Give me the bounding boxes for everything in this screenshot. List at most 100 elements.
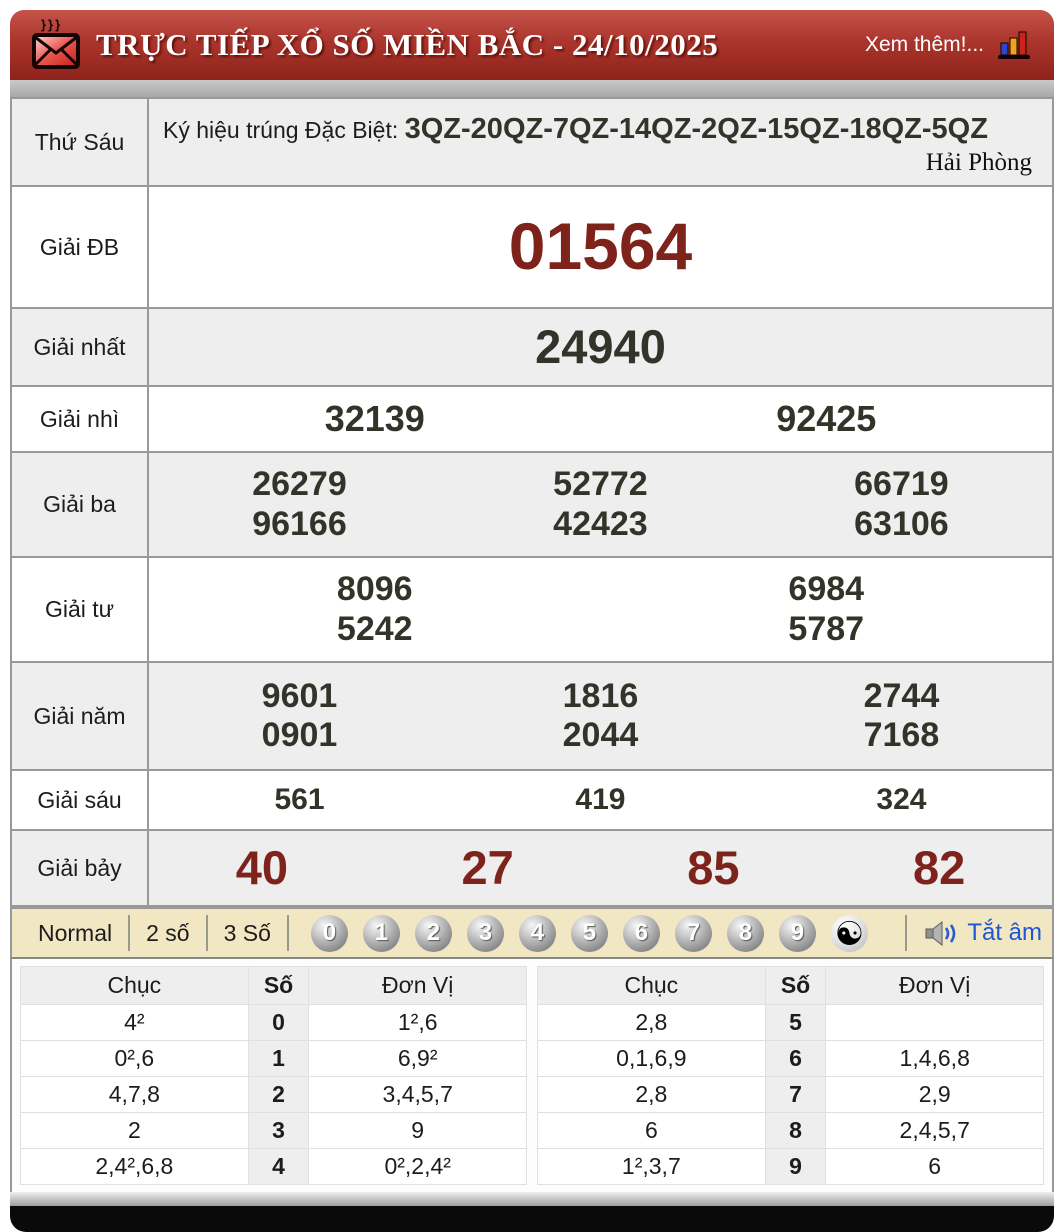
header-bevel [10, 80, 1054, 97]
number-ball-0[interactable]: 0 [310, 914, 348, 952]
prize-label: Giải ĐB [12, 187, 149, 307]
col-header-chuc: Chục [537, 966, 766, 1005]
prize-number: 40 [235, 840, 289, 894]
prize-number: 24940 [535, 319, 666, 373]
stats-cell: 2 [247, 1076, 310, 1113]
prize-number: 96166 [252, 504, 347, 543]
prize-label: Giải sáu [12, 771, 149, 829]
draw-info-row: Thứ Sáu Ký hiệu trúng Đặc Biệt: 3QZ-20QZ… [12, 97, 1052, 185]
mute-label: Tắt âm [967, 919, 1042, 946]
number-ball-7[interactable]: 7 [674, 914, 712, 952]
stats-cell: 3,4,5,7 [308, 1076, 527, 1113]
number-ball-9[interactable]: 9 [778, 914, 816, 952]
prize-row: Giải nhì 32139 92425 [12, 385, 1052, 451]
number-ball-1[interactable]: 1 [362, 914, 400, 952]
prize-number: 419 [575, 782, 626, 816]
footer-bar [10, 1206, 1054, 1232]
page-title: TRỰC TIẾP XỔ SỐ MIỀN BẮC - 24/10/2025 [96, 27, 719, 62]
weekday-label: Thứ Sáu [12, 99, 149, 185]
prize-label: Giải bảy [12, 831, 149, 905]
mode-3-digits[interactable]: 3 Số [208, 920, 287, 947]
prize-numbers: 561 419 324 [149, 771, 1052, 829]
prize-row: Giải bảy 40 27 85 82 [12, 829, 1052, 907]
prize-label: Giải nhất [12, 309, 149, 385]
number-ball-5[interactable]: 5 [570, 914, 608, 952]
stats-cell: 0²,6 [20, 1040, 249, 1077]
col-header-so: Số [247, 966, 310, 1005]
stats-row: 239 [20, 1112, 527, 1149]
prize-row: Giải nhất 24940 [12, 307, 1052, 385]
col-header-so: Số [764, 966, 827, 1005]
prize-number: 0901 [261, 716, 338, 754]
stats-cell: 9 [764, 1148, 827, 1185]
province-label: Hải Phòng [925, 149, 1032, 176]
separator [905, 915, 908, 951]
prize-number: 92425 [776, 398, 877, 440]
stats-cell: 2,9 [825, 1076, 1044, 1113]
stats-row: 4² 0 1²,6 [20, 1004, 527, 1041]
number-ball-3[interactable]: 3 [466, 914, 504, 952]
mode-normal[interactable]: Normal [22, 920, 128, 947]
special-sign-cell: Ký hiệu trúng Đặc Biệt: 3QZ-20QZ-7QZ-14Q… [149, 99, 1052, 185]
stats-cell: 1 [247, 1040, 310, 1077]
number-ball-6[interactable]: 6 [622, 914, 660, 952]
stats-cell: 6 [825, 1148, 1044, 1185]
stats-cell [825, 1004, 1044, 1041]
prize-numbers: 40 27 85 82 [149, 831, 1052, 905]
prize-number: 2744 [863, 676, 940, 715]
stats-row: 4,7,8 2 3,4,5,7 [20, 1076, 527, 1113]
prize-numbers: 01564 [149, 187, 1052, 307]
stats-cell: 6,9² [308, 1040, 527, 1077]
prize-number: 32139 [324, 398, 425, 440]
stats-cell: 6 [537, 1112, 766, 1149]
prize-row: Giải ba 26279 52772 66719 96166 42423 63106 [12, 451, 1052, 556]
prize-label: Giải nhì [12, 387, 149, 451]
stats-cell: 2 [20, 1112, 249, 1149]
stats-cell: 2,8 [537, 1076, 766, 1113]
col-header-donvi: Đơn Vị [825, 966, 1044, 1005]
envelope-icon[interactable]: }}} [32, 17, 80, 71]
stats-cell: 1²,6 [308, 1004, 527, 1041]
stats-cell: 0²,2,4² [308, 1148, 527, 1185]
yin-yang-ball-icon[interactable]: ☯ [830, 914, 868, 952]
envelope-steam-icon: }}} [41, 17, 63, 32]
stats-cell: 6 [764, 1040, 827, 1077]
stats-cell: 0,1,6,9 [537, 1040, 766, 1077]
number-ball-4[interactable]: 4 [518, 914, 556, 952]
special-sign-label: Ký hiệu trúng Đặc Biệt: [163, 117, 405, 143]
prize-number: 8096 [336, 570, 413, 609]
speaker-icon [925, 920, 956, 946]
mode-2-digits[interactable]: 2 số [130, 920, 205, 947]
number-ball-8[interactable]: 8 [726, 914, 764, 952]
prize-number: 6984 [788, 570, 865, 609]
stats-cell: 5 [764, 1004, 827, 1041]
bar-chart-icon[interactable] [996, 29, 1032, 61]
stats-cell: 2,4,5,7 [825, 1112, 1044, 1149]
prize-number: 2044 [562, 716, 639, 754]
stats-row: 2,8 5 [537, 1004, 1044, 1041]
col-header-chuc: Chục [20, 966, 249, 1005]
stats-cell: 7 [764, 1076, 827, 1113]
stats-cell: 4² [20, 1004, 249, 1041]
prize-numbers: 8096 6984 5242 5787 [149, 558, 1052, 661]
number-ball-2[interactable]: 2 [414, 914, 452, 952]
prize-number: 82 [912, 840, 966, 894]
prize-number: 5787 [788, 609, 865, 648]
see-more-link[interactable]: Xem thêm!... [865, 33, 984, 57]
prize-numbers: 9601 1816 2744 0901 2044 7168 [149, 663, 1052, 769]
stats-row: 6 8 2,4,5,7 [537, 1112, 1044, 1149]
prize-row: Giải năm 9601 1816 2744 0901 2044 7168 [12, 661, 1052, 769]
digit-stats-table-right: Chục Số Đơn Vị 2,8 5 0,1,6,9 6 1,4,6,8 2,8 7 2,… [537, 966, 1044, 1185]
col-header-donvi: Đơn Vị [308, 966, 527, 1005]
stats-cell: 9 [308, 1112, 527, 1149]
stats-row: 2,8 7 2,9 [537, 1076, 1044, 1113]
prize-row: Giải sáu 561 419 324 [12, 769, 1052, 829]
prize-row: Giải tư 8096 6984 5242 5787 [12, 556, 1052, 661]
stats-cell: 4 [247, 1148, 310, 1185]
prize-number: 85 [687, 840, 740, 894]
stats-row: 0,1,6,9 6 1,4,6,8 [537, 1040, 1044, 1077]
prize-number: 52772 [553, 465, 648, 504]
mute-button[interactable]: Tắt âm [925, 919, 1042, 947]
digit-stats-table-left: Chục Số Đơn Vị 4² 0 1²,6 0²,6 1 6,9² 4,7,8 2 3,4… [20, 966, 527, 1185]
separator [286, 915, 289, 951]
